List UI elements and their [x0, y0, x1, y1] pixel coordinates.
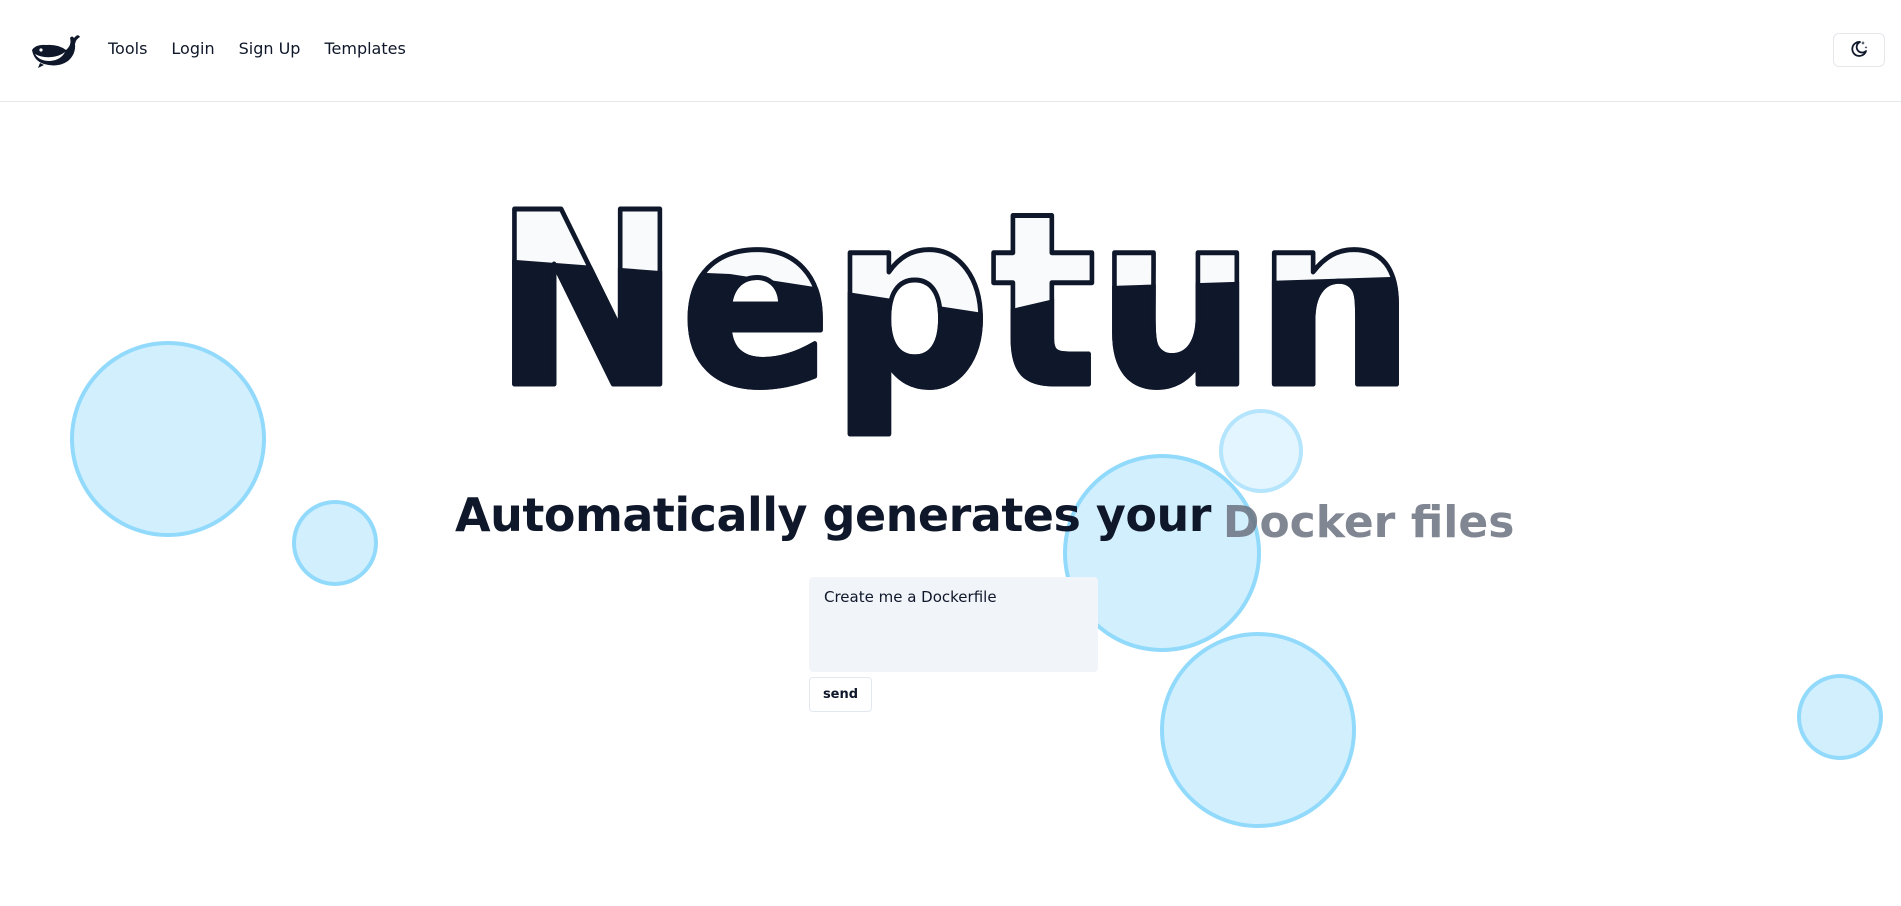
send-button[interactable]: send: [809, 677, 872, 712]
page: Tools Login Sign Up Templates Neptun Nep…: [0, 0, 1901, 906]
theme-toggle-button[interactable]: [1833, 33, 1885, 67]
bubble-decoration: [292, 500, 378, 586]
bubble-decoration: [70, 341, 266, 537]
nav-link-templates[interactable]: Templates: [324, 39, 405, 58]
main-nav: Tools Login Sign Up Templates: [108, 39, 406, 58]
top-navbar: Tools Login Sign Up Templates: [0, 0, 1901, 102]
hero-subtitle-static: Automatically generates your: [455, 488, 1211, 542]
hero-subtitle: Automatically generates your Docker files: [455, 488, 1514, 548]
hero-subtitle-animated: Docker files: [1222, 497, 1515, 548]
bubble-decoration: [1797, 674, 1883, 760]
nav-link-login[interactable]: Login: [171, 39, 214, 58]
moon-stars-icon: [1849, 39, 1869, 62]
hero-title: Neptun Neptun: [490, 159, 1420, 456]
bubble-decoration: [1160, 632, 1356, 828]
whale-logo-icon[interactable]: [28, 30, 82, 70]
nav-link-signup[interactable]: Sign Up: [239, 39, 301, 58]
nav-link-tools[interactable]: Tools: [108, 39, 147, 58]
prompt-input[interactable]: Create me a Dockerfile: [809, 577, 1098, 672]
